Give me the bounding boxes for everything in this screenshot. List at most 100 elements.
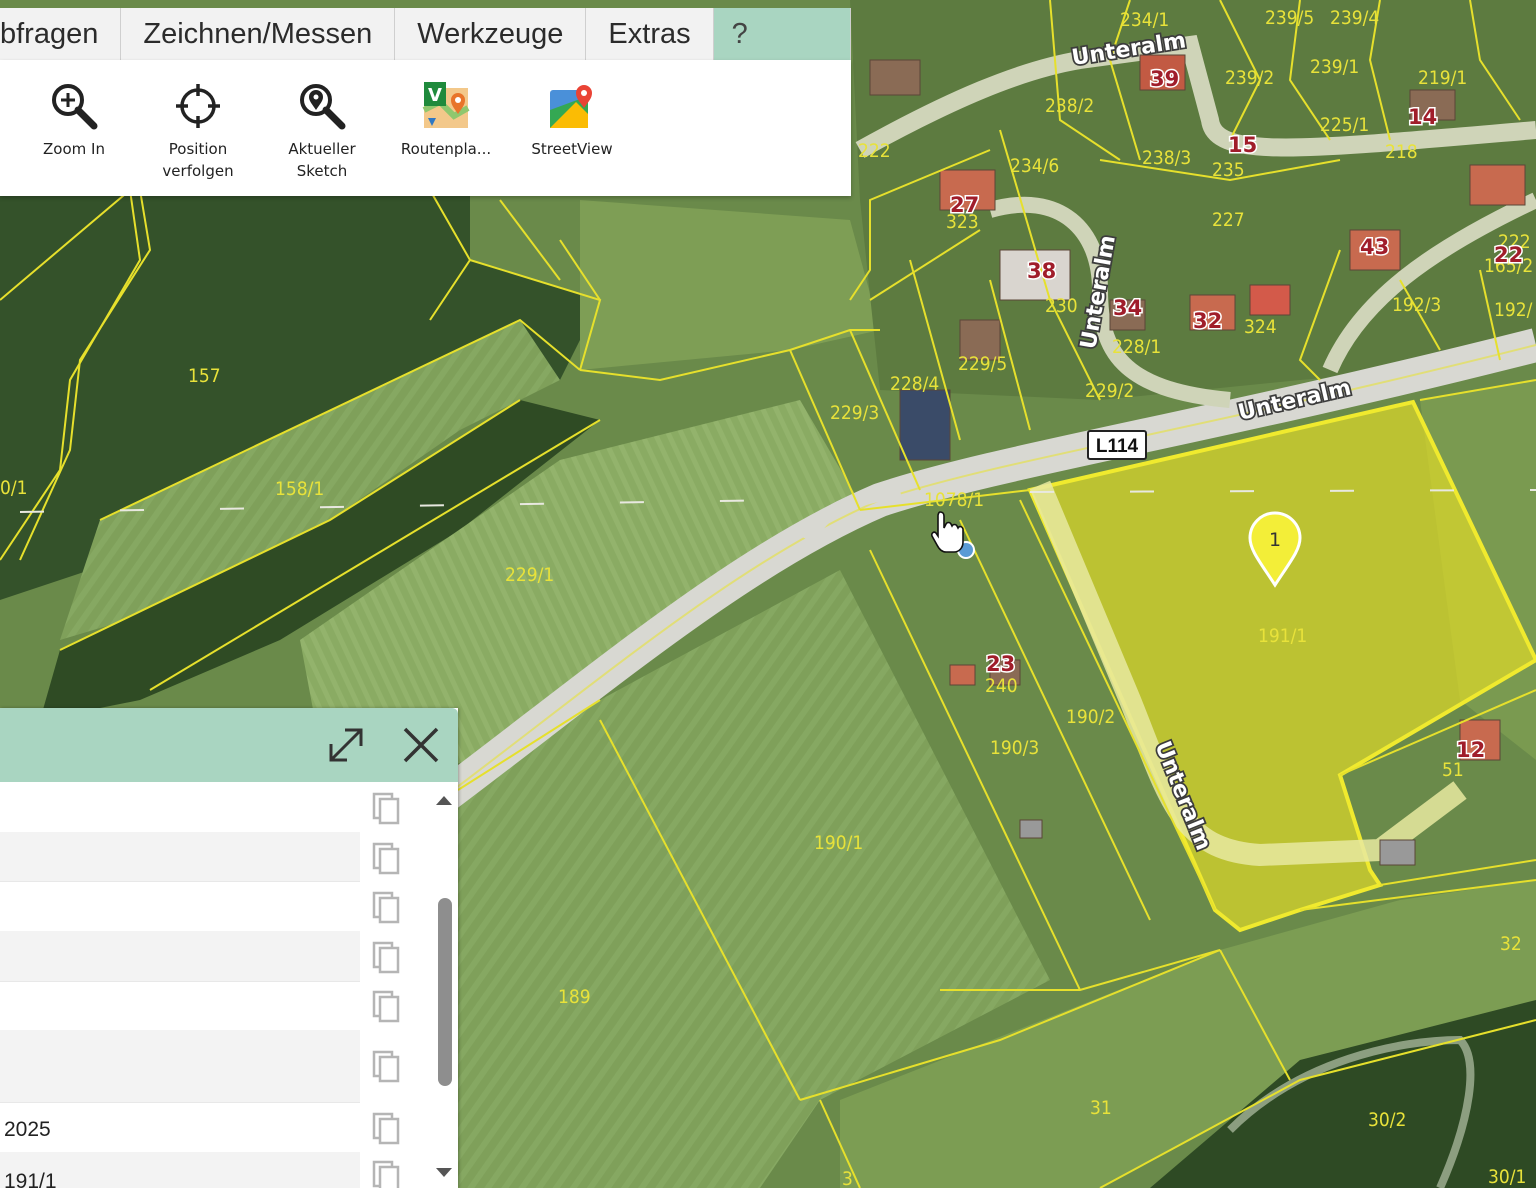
parcel-label: 218 xyxy=(1385,141,1418,163)
parcel-label: 228/4 xyxy=(890,373,939,395)
menu-help[interactable]: ? xyxy=(713,8,851,60)
parcel-label: 229/1 xyxy=(505,564,554,586)
parcel-label: 227 xyxy=(1212,209,1245,231)
parcel-label: 225/1 xyxy=(1320,114,1369,136)
panel-row xyxy=(0,832,360,882)
row-value: 191/1 xyxy=(4,1170,57,1188)
copy-icon[interactable] xyxy=(362,988,408,1024)
menu-bar: bfragen Zeichnen/Messen Werkzeuge Extras… xyxy=(0,8,851,61)
panel-row xyxy=(0,931,360,982)
parcel-label: 235 xyxy=(1212,159,1245,181)
parcel-label: 190/3 xyxy=(990,737,1039,759)
house-number: 15 xyxy=(1228,133,1257,157)
search-location-icon xyxy=(300,84,346,130)
panel-row: 191/1 xyxy=(0,1152,360,1188)
parcel-label: 30/2 xyxy=(1368,1109,1406,1131)
house-number: 34 xyxy=(1113,296,1142,320)
zoom-in-icon xyxy=(52,84,98,130)
parcel-label: 190/1 xyxy=(814,832,863,854)
svg-text:V: V xyxy=(428,85,442,106)
parcel-label: 189 xyxy=(558,986,591,1008)
parcel-label: 239/1 xyxy=(1310,56,1359,78)
menu-abfragen[interactable]: bfragen xyxy=(0,8,122,60)
house-number: 22 xyxy=(1494,243,1523,267)
routenplaner-button[interactable]: V Routenpla... xyxy=(386,80,506,160)
parcel-label: 31 xyxy=(1090,1097,1112,1119)
parcel-label: 3 xyxy=(842,1168,853,1188)
scroll-up-arrow-icon xyxy=(436,796,452,805)
parcel-label: 229/3 xyxy=(830,402,879,424)
parcel-label: 239/4 xyxy=(1330,7,1379,29)
parcel-label: 222 xyxy=(858,140,891,162)
streetview-button[interactable]: StreetView xyxy=(512,80,632,160)
parcel-label: 324 xyxy=(1244,316,1277,338)
info-panel: 2025 191/1 xyxy=(0,708,458,1188)
streetview-label: StreetView xyxy=(531,140,613,158)
copy-icon[interactable] xyxy=(362,1110,408,1146)
parcel-label: 32 xyxy=(1500,933,1522,955)
parcel-label: 157 xyxy=(188,365,221,387)
parcel-label: 1078/1 xyxy=(924,489,984,511)
house-number: 23 xyxy=(986,652,1015,676)
parcel-label: 229/2 xyxy=(1085,380,1134,402)
house-number: 14 xyxy=(1408,105,1437,129)
parcel-label: 219/1 xyxy=(1418,67,1467,89)
routenplaner-label: Routenpla... xyxy=(400,140,492,158)
house-number: 32 xyxy=(1193,309,1222,333)
house-number: 27 xyxy=(950,193,979,217)
parcel-label: 239/2 xyxy=(1225,67,1274,89)
close-icon[interactable] xyxy=(400,724,442,766)
house-number: 38 xyxy=(1027,259,1056,283)
road-shield-l114: L114 xyxy=(1087,430,1147,460)
parcel-label: 239/5 xyxy=(1265,7,1314,29)
svg-text:L114: L114 xyxy=(1096,436,1139,457)
parcel-label: 191/1 xyxy=(1258,625,1307,647)
house-number: 12 xyxy=(1456,738,1485,762)
toolbar-panel: Zoom In Position verfolgen Aktueller Ske… xyxy=(0,60,851,196)
position-verfolgen-button[interactable]: Position verfolgen xyxy=(138,80,258,182)
parcel-label: 190/2 xyxy=(1066,706,1115,728)
scrollbar[interactable] xyxy=(430,788,458,1188)
parcel-label: 229/5 xyxy=(958,353,1007,375)
aktueller-sketch-label: Aktueller Sketch xyxy=(288,140,356,180)
streetview-icon xyxy=(550,85,592,128)
marker-label: 1 xyxy=(1269,529,1281,551)
parcel-label: 240 xyxy=(985,675,1018,697)
scroll-down-arrow-icon xyxy=(436,1168,452,1177)
copy-icon[interactable] xyxy=(362,790,408,826)
panel-row xyxy=(0,782,360,833)
house-number: 39 xyxy=(1150,67,1179,91)
position-verfolgen-label: Position verfolgen xyxy=(162,140,234,180)
house-number: 43 xyxy=(1360,235,1389,259)
panel-row xyxy=(0,1030,360,1103)
parcel-label: 238/2 xyxy=(1045,95,1094,117)
copy-icon[interactable] xyxy=(362,1158,408,1188)
copy-icon[interactable] xyxy=(362,840,408,876)
panel-row xyxy=(0,981,360,1031)
copy-icon[interactable] xyxy=(362,939,408,975)
panel-row xyxy=(0,881,360,932)
parcel-label: 192/3 xyxy=(1392,294,1441,316)
menu-extras[interactable]: Extras xyxy=(586,8,714,60)
parcel-label: 234/1 xyxy=(1120,9,1169,31)
menu-zeichnen-messen[interactable]: Zeichnen/Messen xyxy=(121,8,396,60)
parcel-label: 51 xyxy=(1442,759,1464,781)
parcel-label: 238/3 xyxy=(1142,147,1191,169)
copy-icon[interactable] xyxy=(362,1048,408,1084)
aktueller-sketch-button[interactable]: Aktueller Sketch xyxy=(262,80,382,182)
parcel-label: 30/1 xyxy=(1488,1166,1526,1188)
row-value: 2025 xyxy=(4,1118,51,1141)
zoom-in-label: Zoom In xyxy=(43,140,105,158)
panel-row: 2025 xyxy=(0,1102,360,1153)
panel-header xyxy=(0,708,458,782)
parcel-label: 0/1 xyxy=(0,477,28,499)
menu-werkzeuge[interactable]: Werkzeuge xyxy=(395,8,587,60)
parcel-label: 158/1 xyxy=(275,478,324,500)
expand-icon[interactable] xyxy=(325,724,367,766)
crosshair-icon xyxy=(176,84,220,128)
parcel-label: 228/1 xyxy=(1112,336,1161,358)
copy-icon[interactable] xyxy=(362,889,408,925)
parcel-label: 234/6 xyxy=(1010,155,1059,177)
parcel-label: 230 xyxy=(1045,295,1078,317)
zoom-in-button[interactable]: Zoom In xyxy=(14,80,134,160)
